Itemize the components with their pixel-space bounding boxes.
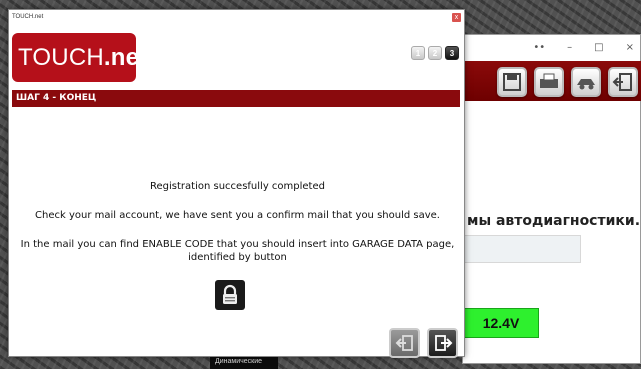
background-app-window: •• – □ × мы автодиагностики... 12.4V [462,34,641,364]
minimize-button[interactable]: – [567,42,572,53]
lock-icon [215,280,245,310]
back-button[interactable] [389,328,420,358]
background-input-box[interactable] [463,235,581,263]
forward-button[interactable] [427,328,458,358]
logo-text-net: .net [103,43,148,71]
step-2-indicator: 2 [428,46,442,60]
dialog-title: TOUCH.net [12,14,44,20]
exit-icon[interactable] [608,67,638,97]
dialog-close-button[interactable]: x [452,12,461,22]
dialog-titlebar: TOUCH.net x [9,10,464,24]
background-heading: мы автодиагностики... [467,213,641,229]
print-icon[interactable] [534,67,564,97]
logo-text-touch: TOUCH [18,43,104,71]
enable-code-text: In the mail you can find ENABLE CODE tha… [20,239,455,250]
back-arrow-icon [395,335,413,351]
touchnet-dialog: TOUCH.net x TOUCH .net 1 2 3 ШАГ 4 - КОНЕ… [8,9,465,358]
save-icon[interactable] [497,67,527,97]
window-close-button[interactable]: × [626,42,634,53]
registration-complete-text: Registration succesfully completed [150,181,325,192]
car-tools-icon[interactable] [571,67,601,97]
forward-exit-icon [434,335,452,351]
identified-by-text: identified by button [188,252,287,263]
step-1-indicator: 1 [411,46,425,60]
step-banner: ШАГ 4 - КОНЕЦ [12,90,460,107]
background-toolbar [463,61,641,101]
step-indicator: 1 2 3 [411,46,459,60]
dialog-message: Registration succesfully completed Check… [12,180,463,264]
step-3-indicator: 3 [445,46,459,60]
check-mail-text: Check your mail account, we have sent yo… [35,210,440,221]
background-titlebar: •• – □ × [463,35,640,59]
maximize-button[interactable]: □ [594,42,603,53]
drag-handle-icon[interactable]: •• [533,42,545,53]
touchnet-logo: TOUCH .net [12,33,147,82]
voltage-indicator: 12.4V [463,308,539,338]
